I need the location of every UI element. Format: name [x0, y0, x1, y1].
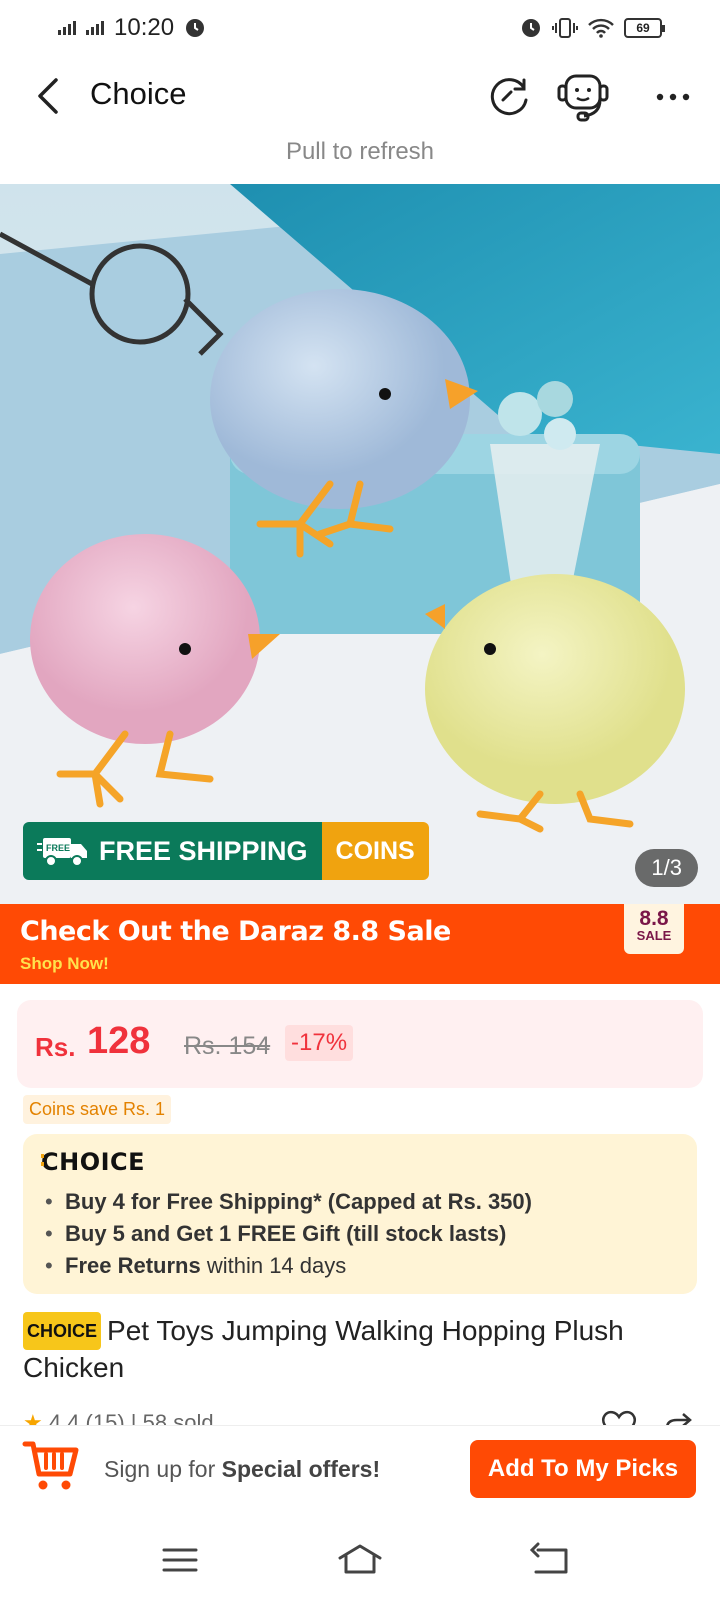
more-options-icon[interactable] — [650, 74, 696, 120]
coins-label: COINS — [321, 822, 429, 880]
svg-text:CHOICE: CHOICE — [41, 1148, 145, 1174]
history-icon[interactable] — [486, 74, 532, 120]
price-box: Rs. 128 Rs. 154 -17% — [17, 1000, 703, 1088]
bottom-action-bar: Sign up for Special offers! Add To My Pi… — [0, 1425, 720, 1515]
original-price: Rs. 154 — [184, 1032, 271, 1060]
sale-banner[interactable]: Check Out the Daraz 8.8 Sale Shop Now! 8… — [0, 904, 720, 984]
status-bar: 10:20 69 — [0, 0, 720, 56]
choice-benefit-item: Free Returns within 14 days — [41, 1250, 679, 1282]
choice-benefit-item: Buy 4 for Free Shipping* (Capped at Rs. … — [41, 1186, 679, 1218]
alarm-icon — [186, 19, 205, 37]
choice-benefit-item: Buy 5 and Get 1 FREE Gift (till stock la… — [41, 1218, 679, 1250]
choice-logo: CHOICE — [41, 1148, 679, 1180]
top-bar: Choice — [0, 56, 720, 136]
signup-prompt[interactable]: Sign up for Special offers! — [104, 1456, 380, 1483]
choice-logo-mark: CHOICE — [41, 1148, 145, 1176]
signal-icon-2 — [86, 21, 104, 35]
clock: 10:20 — [114, 14, 175, 41]
cart-icon[interactable] — [22, 1436, 80, 1494]
price-currency: Rs. — [35, 1032, 76, 1062]
wifi-icon — [588, 18, 614, 38]
choice-chip: CHOICE — [23, 1312, 102, 1350]
page-title: Choice — [90, 76, 187, 111]
system-navigation-bar — [0, 1520, 720, 1600]
free-shipping-coins-badge: FREE FREE SHIPPING COINS — [23, 822, 429, 880]
back-arrow-icon[interactable] — [30, 76, 70, 116]
sale-tag-label: SALE — [636, 928, 672, 943]
svg-text:FREE: FREE — [46, 843, 70, 853]
menu-icon[interactable] — [160, 1542, 200, 1578]
alarm-icon-right — [522, 19, 540, 37]
add-to-my-picks-button[interactable]: Add To My Picks — [470, 1440, 696, 1498]
sale-banner-title: Check Out the Daraz 8.8 Sale — [20, 916, 451, 947]
sale-tag-number: 8.8 — [639, 907, 669, 930]
discount-badge: -17% — [285, 1025, 354, 1061]
sale-tag-badge: 8.8 SALE — [624, 904, 684, 954]
product-title-text: Pet Toys Jumping Walking Hopping Plush C… — [23, 1315, 624, 1383]
choice-benefits-box[interactable]: CHOICE Buy 4 for Free Shipping* (Capped … — [23, 1134, 697, 1294]
home-icon[interactable] — [336, 1542, 384, 1578]
back-nav-icon[interactable] — [530, 1542, 570, 1578]
vibrate-icon — [552, 18, 578, 38]
customer-service-icon[interactable] — [556, 72, 610, 122]
battery-icon: 69 — [624, 18, 665, 38]
product-image-carousel[interactable]: FREE FREE SHIPPING COINS 1/3 — [0, 184, 720, 904]
truck-icon: FREE — [37, 838, 87, 867]
product-title: CHOICE Pet Toys Jumping Walking Hopping P… — [23, 1312, 697, 1386]
signal-icon — [58, 21, 76, 35]
image-counter: 1/3 — [635, 849, 698, 887]
product-image — [0, 184, 720, 904]
shop-now-link[interactable]: Shop Now! — [20, 954, 109, 974]
coins-save-badge: Coins save Rs. 1 — [23, 1095, 172, 1124]
free-shipping-label: FREE SHIPPING — [99, 835, 308, 866]
price-value: 128 — [87, 1020, 151, 1062]
pull-to-refresh-text: Pull to refresh — [285, 138, 435, 165]
